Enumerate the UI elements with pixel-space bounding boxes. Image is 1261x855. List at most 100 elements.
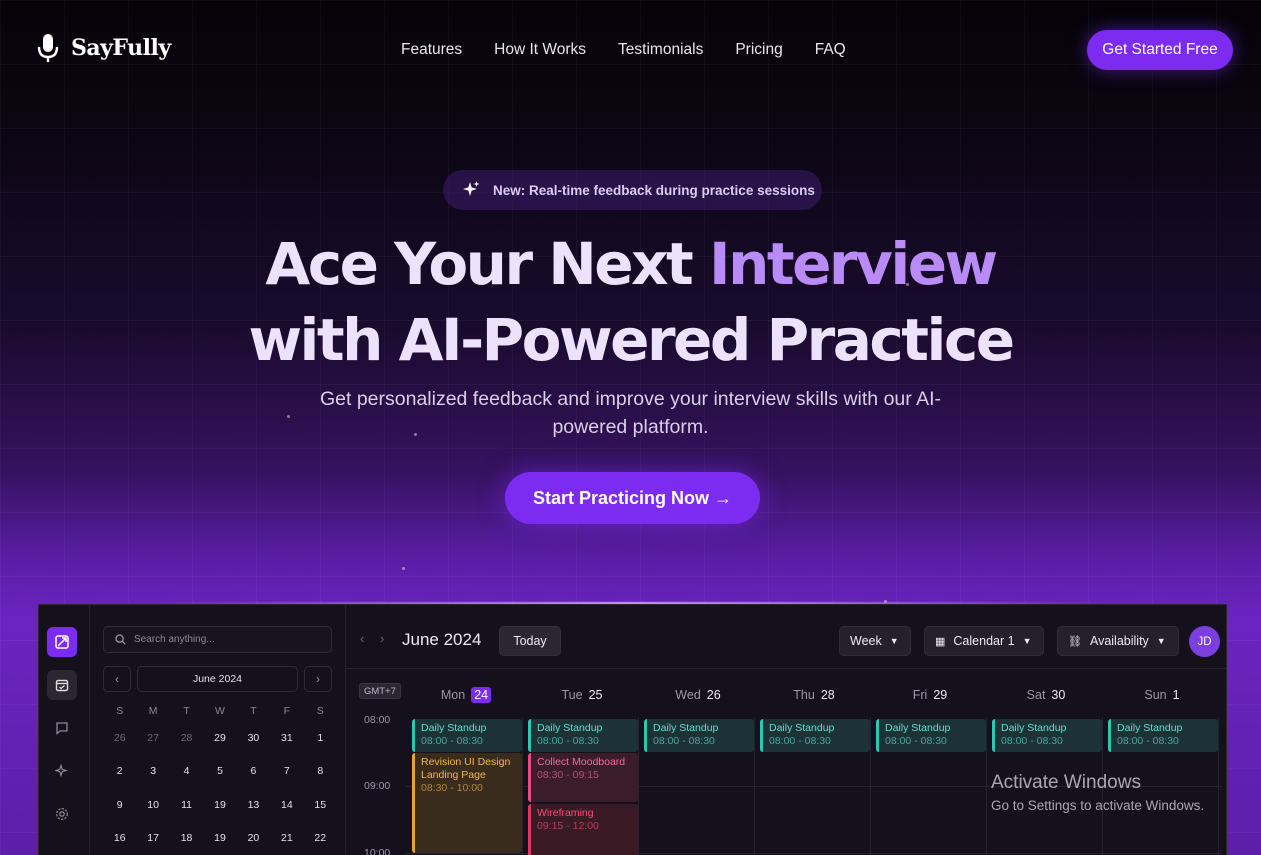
calendar-month-title: June 2024	[402, 630, 482, 649]
nav-link-pricing[interactable]: Pricing	[735, 41, 782, 59]
mini-calendar-day[interactable]: 3	[136, 755, 169, 789]
nav-links: Features How It Works Testimonials Prici…	[401, 41, 878, 59]
mini-next-button[interactable]: ›	[304, 666, 332, 692]
get-started-button[interactable]: Get Started Free	[1087, 30, 1233, 70]
hour-label: 10:00	[364, 847, 391, 855]
search-icon	[115, 634, 126, 645]
mini-month-label[interactable]: June 2024	[137, 666, 298, 692]
calendar-dropdown[interactable]: ▦ Calendar 1 ▼	[924, 626, 1044, 656]
mini-calendar-day[interactable]: 15	[304, 788, 337, 822]
mini-calendar-grid: S M T W T F S 26 27 28 29 30 31 1 2 3 4 5 6 7 8 9 10 11 19 13 14 15…	[103, 705, 337, 855]
avatar[interactable]: JD	[1189, 626, 1220, 657]
badge-text: New: Real-time feedback during practice …	[493, 182, 815, 198]
event-revision-ui[interactable]: Revision UI Design Landing Page 08:30 - …	[412, 753, 522, 853]
mini-calendar-day[interactable]: 30	[237, 721, 270, 755]
search-placeholder: Search anything...	[134, 634, 215, 645]
sparkle-icon[interactable]	[47, 756, 77, 786]
nav-link-testimonials[interactable]: Testimonials	[618, 41, 703, 59]
event-time: 08:30 - 09:15	[537, 769, 599, 781]
day-header[interactable]: Tue 25	[524, 688, 640, 702]
event-title: Daily Standup	[885, 722, 951, 734]
event-daily-standup[interactable]: Daily Standup 08:00 - 08:30	[644, 719, 754, 752]
mini-calendar-day[interactable]: 28	[170, 721, 203, 755]
app-logo-icon[interactable]	[47, 627, 77, 657]
mini-calendar-day[interactable]: 18	[170, 822, 203, 855]
mini-calendar-day[interactable]: 16	[103, 822, 136, 855]
chevron-left-icon: ‹	[115, 672, 119, 686]
mini-calendar-day[interactable]: 31	[270, 721, 303, 755]
brand-name: SayFully	[71, 35, 171, 61]
mini-calendar-day[interactable]: 10	[136, 788, 169, 822]
event-daily-standup[interactable]: Daily Standup 08:00 - 08:30	[876, 719, 986, 752]
search-input[interactable]: Search anything...	[103, 626, 332, 653]
day-number: 26	[706, 688, 721, 702]
chat-icon[interactable]	[47, 713, 77, 743]
day-header[interactable]: Fri 29	[872, 688, 988, 702]
settings-gear-icon[interactable]	[47, 799, 77, 829]
mini-calendar-day[interactable]: 9	[103, 788, 136, 822]
day-header[interactable]: Sun 1	[1104, 688, 1220, 702]
mini-calendar-day[interactable]: 2	[103, 755, 136, 789]
day-header[interactable]: Thu 28	[756, 688, 872, 702]
mini-calendar-day[interactable]: 29	[203, 721, 236, 755]
mini-calendar-day[interactable]: 5	[203, 755, 236, 789]
mini-calendar-day[interactable]: 22	[304, 822, 337, 855]
mini-calendar-day[interactable]: 6	[237, 755, 270, 789]
view-dropdown[interactable]: Week ▼	[839, 626, 911, 656]
mini-calendar-day[interactable]: 27	[136, 721, 169, 755]
availability-dropdown[interactable]: ⛓ Availability ▼	[1057, 626, 1179, 656]
watermark-line2: Go to Settings to activate Windows.	[991, 798, 1205, 813]
hero-subtitle: Get personalized feedback and improve yo…	[319, 388, 942, 438]
event-daily-standup[interactable]: Daily Standup 08:00 - 08:30	[992, 719, 1102, 752]
event-daily-standup[interactable]: Daily Standup 08:00 - 08:30	[412, 719, 522, 752]
event-daily-standup[interactable]: Daily Standup 08:00 - 08:30	[528, 719, 638, 752]
start-practicing-button[interactable]: Start Practicing Now →	[505, 472, 760, 524]
view-label: Week	[850, 634, 882, 648]
day-name: Fri	[912, 688, 928, 702]
mini-calendar-day[interactable]: 21	[270, 822, 303, 855]
event-daily-standup[interactable]: Daily Standup 08:00 - 08:30	[760, 719, 870, 752]
weekday-initial: S	[116, 705, 124, 717]
event-title: Daily Standup	[1001, 722, 1067, 734]
event-daily-standup[interactable]: Daily Standup 08:00 - 08:30	[1108, 719, 1218, 752]
event-title: Revision UI Design Landing Page	[421, 756, 511, 781]
mini-calendar-day[interactable]: 19	[203, 788, 236, 822]
hero-title: Ace Your Next Interview with AI-Powered …	[0, 226, 1261, 378]
nav-link-faq[interactable]: FAQ	[815, 41, 846, 59]
mini-calendar-day[interactable]: 17	[136, 822, 169, 855]
mini-calendar-day[interactable]: 11	[170, 788, 203, 822]
mini-calendar-day[interactable]: 26	[103, 721, 136, 755]
column-line	[1218, 717, 1219, 855]
link-icon: ⛓	[1068, 635, 1082, 648]
nav-link-features[interactable]: Features	[401, 41, 462, 59]
day-header[interactable]: Mon 24	[408, 687, 524, 703]
mini-calendar-day[interactable]: 13	[237, 788, 270, 822]
event-time: 08:00 - 08:30	[653, 735, 715, 747]
column-line	[638, 717, 639, 855]
mini-calendar-day[interactable]: 7	[270, 755, 303, 789]
mini-calendar-day[interactable]: 14	[270, 788, 303, 822]
day-number: 25	[588, 688, 603, 702]
day-header[interactable]: Sat 30	[988, 688, 1104, 702]
day-number: 24	[471, 687, 492, 703]
nav-link-how-it-works[interactable]: How It Works	[494, 41, 586, 59]
mini-calendar-day[interactable]: 1	[304, 721, 337, 755]
hero-title-line2: with AI-Powered Practice	[248, 306, 1015, 374]
brand-logo[interactable]: SayFully	[37, 33, 171, 63]
day-name: Sun	[1144, 688, 1167, 702]
calendar-toolbar: ‹ › June 2024 Today Week ▼ ▦ Calendar 1 …	[346, 605, 1226, 669]
event-wireframing[interactable]: Wireframing 09:15 - 12:00	[528, 804, 638, 855]
calendar-icon[interactable]	[47, 670, 77, 700]
mini-prev-button[interactable]: ‹	[103, 666, 131, 692]
mini-calendar-day[interactable]: 4	[170, 755, 203, 789]
day-number: 1	[1172, 688, 1180, 702]
mini-calendar-day[interactable]: 20	[237, 822, 270, 855]
week-nav-arrows-icon[interactable]: ‹ ›	[360, 631, 390, 646]
mini-calendar-day[interactable]: 8	[304, 755, 337, 789]
mini-calendar-day[interactable]: 19	[203, 822, 236, 855]
event-collect-moodboard[interactable]: Collect Moodboard 08:30 - 09:15	[528, 753, 638, 802]
day-header[interactable]: Wed 26	[640, 688, 756, 702]
day-name: Mon	[440, 688, 466, 702]
announcement-badge[interactable]: New: Real-time feedback during practice …	[443, 170, 822, 210]
today-button[interactable]: Today	[499, 626, 561, 656]
